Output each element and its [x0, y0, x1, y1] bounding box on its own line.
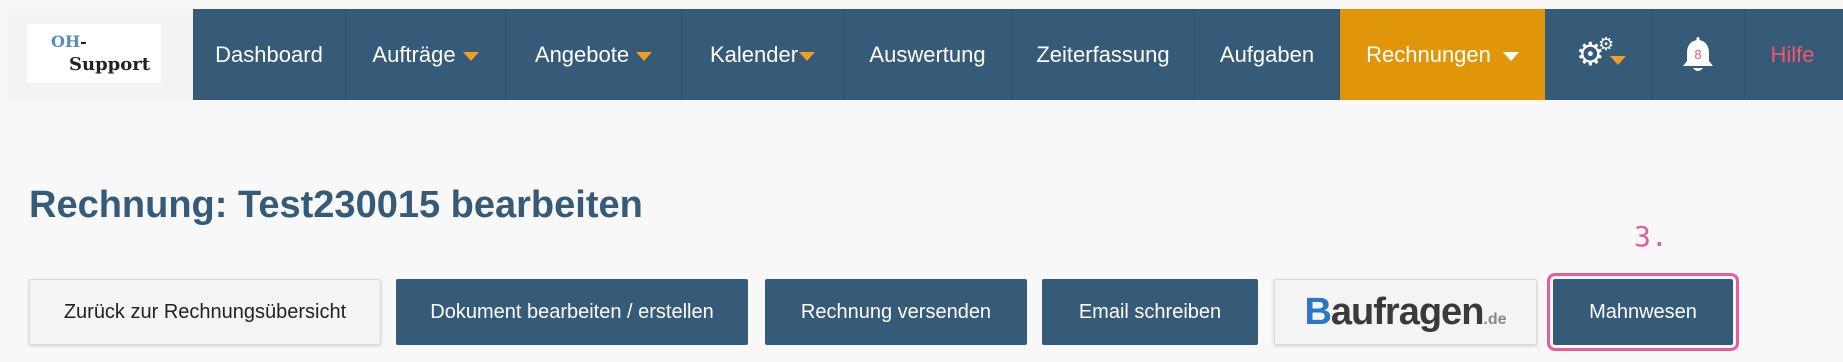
gear-small-icon: ⚙: [1598, 33, 1615, 54]
nav-kalender-label: Kalender: [709, 41, 799, 67]
chevron-down-icon: [462, 51, 479, 61]
nav-dashboard-label: Dashboard: [215, 41, 323, 67]
nav-angebote-label: Angebote: [534, 41, 630, 67]
baufragen-button[interactable]: Baufragen.de: [1274, 279, 1537, 345]
nav-hilfe[interactable]: Hilfe: [1745, 9, 1840, 100]
nav-auftraege[interactable]: Aufträge: [346, 9, 506, 100]
top-navigation-bar: OH- Support Dashboard Aufträge Angebote …: [8, 9, 1843, 100]
nav-zeiterfassung[interactable]: Zeiterfassung: [1012, 9, 1195, 100]
nav-aufgaben-label: Aufgaben: [1219, 41, 1315, 67]
oh-support-logo[interactable]: OH- Support: [27, 24, 161, 83]
step-annotation: 3.: [1634, 220, 1668, 253]
nav-auswertung-label: Auswertung: [869, 41, 986, 67]
nav-hilfe-label: Hilfe: [1770, 41, 1815, 67]
chevron-down-icon: [636, 51, 653, 61]
baufragen-logo-tld: .de: [1483, 310, 1507, 328]
nav-auswertung[interactable]: Auswertung: [844, 9, 1012, 100]
nav-dashboard[interactable]: Dashboard: [193, 9, 346, 100]
nav-settings[interactable]: ⚙ ⚙: [1545, 9, 1652, 100]
edit-document-label: Dokument bearbeiten / erstellen: [430, 300, 714, 323]
send-invoice-label: Rechnung versenden: [800, 300, 992, 323]
nav-notifications[interactable]: 8: [1652, 9, 1745, 100]
nav-angebote[interactable]: Angebote: [506, 9, 682, 100]
back-to-invoices-button[interactable]: Zurück zur Rechnungsübersicht: [29, 279, 381, 345]
chevron-down-icon: [799, 51, 816, 61]
nav-kalender[interactable]: Kalender: [682, 9, 844, 100]
bell-icon: 8: [1679, 34, 1717, 76]
nav-aufgaben[interactable]: Aufgaben: [1195, 9, 1340, 100]
nav-rechnungen-label: Rechnungen: [1366, 41, 1491, 67]
notification-count-badge: 8: [1694, 46, 1702, 62]
baufragen-logo-b: B: [1304, 290, 1331, 333]
logo-line-1: OH-: [51, 32, 87, 51]
dunning-button[interactable]: Mahnwesen: [1547, 273, 1739, 351]
logo-oh: OH: [51, 32, 81, 51]
chevron-down-icon: [1502, 51, 1519, 61]
baufragen-logo: Baufragen.de: [1304, 291, 1506, 334]
edit-document-button[interactable]: Dokument bearbeiten / erstellen: [396, 279, 748, 345]
page-title: Rechnung: Test230015 bearbeiten: [29, 184, 643, 226]
write-email-label: Email schreiben: [1078, 300, 1222, 323]
send-invoice-button[interactable]: Rechnung versenden: [765, 279, 1027, 345]
write-email-button[interactable]: Email schreiben: [1042, 279, 1258, 345]
nav-rechnungen[interactable]: Rechnungen: [1340, 9, 1545, 100]
back-to-invoices-label: Zurück zur Rechnungsübersicht: [63, 300, 347, 323]
nav-zeiterfassung-label: Zeiterfassung: [1036, 41, 1170, 67]
logo-area[interactable]: OH- Support: [8, 9, 193, 100]
dunning-label: Mahnwesen: [1589, 300, 1697, 323]
gears-icon: ⚙ ⚙: [1574, 33, 1626, 75]
chevron-down-icon: [1610, 55, 1626, 65]
logo-dash: -: [80, 32, 87, 51]
main-nav: Dashboard Aufträge Angebote Kalender Aus…: [193, 9, 1840, 100]
baufragen-logo-text: aufragen: [1330, 290, 1484, 333]
logo-line-2: Support: [69, 54, 151, 75]
nav-auftraege-label: Aufträge: [372, 41, 456, 67]
